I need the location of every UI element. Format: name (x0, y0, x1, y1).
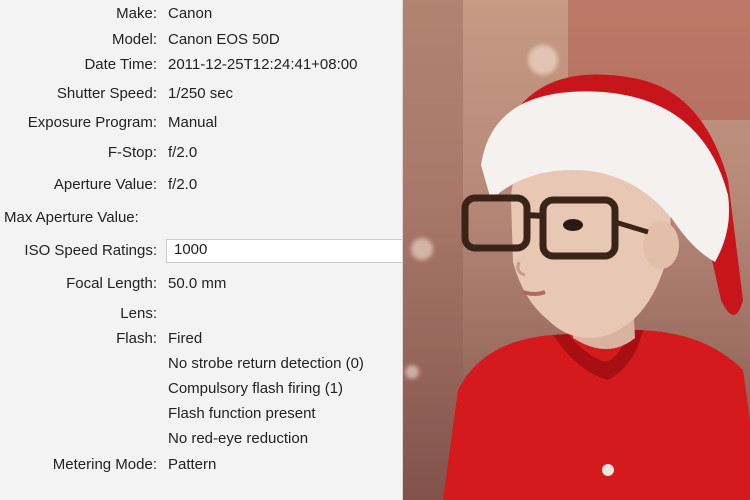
exif-row-shutter: Shutter Speed: 1/250 sec (0, 83, 402, 105)
exif-row-make: Make: Canon (0, 3, 402, 25)
fstop-value: f/2.0 (168, 144, 198, 161)
ear (643, 221, 679, 269)
shutter-value: 1/250 sec (168, 85, 234, 102)
shutter-label: Shutter Speed: (56, 85, 157, 102)
focal-label: Focal Length: (66, 275, 157, 292)
red-shirt (443, 330, 750, 500)
datetime-label: Date Time: (84, 56, 157, 73)
flash-label: Flash: (116, 330, 157, 347)
program-value: Manual (168, 114, 218, 131)
lens-label: Lens: (120, 305, 157, 322)
eye (563, 219, 583, 231)
child-illustration (443, 74, 750, 500)
photo-preview (403, 0, 750, 500)
exif-row-max-aperture: Max Aperture Value: (0, 207, 402, 229)
flash-value-line: No red-eye reduction (168, 430, 309, 447)
max-aperture-label: Max Aperture Value: (4, 209, 139, 226)
flash-value-line: Flash function present (168, 405, 316, 422)
exif-row-iso: ISO Speed Ratings: 1000 (0, 239, 402, 263)
iso-label: ISO Speed Ratings: (24, 242, 157, 259)
exif-row-metering: Metering Mode: Pattern (0, 454, 402, 476)
flash-value-line: No strobe return detection (0) (168, 355, 364, 372)
glasses-bridge (524, 212, 546, 219)
exif-row-datetime: Date Time: 2011-12-25T12:24:41+08:00 (0, 54, 402, 76)
aperture-value: f/2.0 (168, 176, 198, 193)
model-label: Model: (111, 31, 157, 48)
aperture-label: Aperture Value: (53, 176, 157, 193)
shirt-button (602, 464, 614, 476)
exif-row-program: Exposure Program: Manual (0, 112, 402, 134)
exif-row-lens: Lens: (0, 303, 402, 325)
mouth (522, 290, 546, 296)
make-value: Canon (168, 5, 213, 22)
model-value: Canon EOS 50D (168, 31, 280, 48)
flash-value-line: Compulsory flash firing (1) (168, 380, 344, 397)
exif-row-fstop: F-Stop: f/2.0 (0, 142, 402, 164)
exif-row-focal: Focal Length: 50.0 mm (0, 273, 402, 295)
program-label: Exposure Program: (27, 114, 157, 131)
exif-row-aperture: Aperture Value: f/2.0 (0, 174, 402, 196)
metering-value: Pattern (168, 456, 217, 473)
fstop-label: F-Stop: (107, 144, 157, 161)
iso-value: 1000 (174, 241, 208, 258)
datetime-value: 2011-12-25T12:24:41+08:00 (168, 56, 358, 73)
exif-row-model: Model: Canon EOS 50D (0, 29, 402, 51)
iso-value-field[interactable]: 1000 (166, 239, 402, 263)
metering-label: Metering Mode: (52, 456, 157, 473)
focal-value: 50.0 mm (168, 275, 227, 292)
exif-metadata-panel: Make: Canon Model: Canon EOS 50D Date Ti… (0, 0, 403, 500)
make-label: Make: (116, 5, 157, 22)
flash-value-line: Fired (168, 330, 203, 347)
